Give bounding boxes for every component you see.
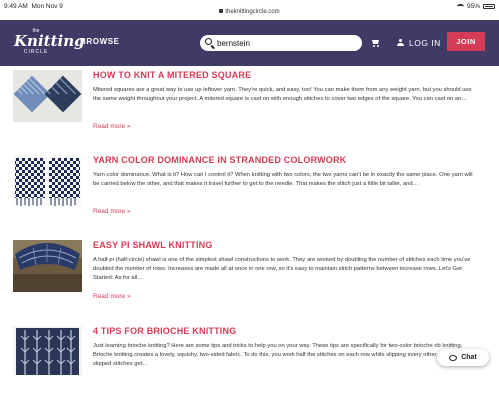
user-icon (397, 39, 404, 47)
address-bar[interactable]: theknittingcircle.com (0, 9, 499, 15)
article-card: HOW TO KNIT A MITERED SQUARE Mitered squ… (0, 70, 499, 154)
article-excerpt: A half-pi (half-circle) shawl is one of … (93, 257, 471, 281)
read-more-link[interactable]: Read more » (93, 208, 131, 215)
status-bar: 9:49 AM Mon Nov 9 theknittingcircle.com … (0, 0, 499, 20)
status-right: 95% (456, 3, 495, 10)
article-thumbnail[interactable] (13, 70, 82, 122)
battery-icon (483, 4, 495, 9)
join-button[interactable]: JOIN (447, 32, 485, 51)
read-more-link[interactable]: Read more » (93, 123, 131, 130)
search-input[interactable] (217, 37, 352, 49)
article-excerpt: Mitered squares are a great way to use u… (93, 87, 472, 102)
read-more-link[interactable]: Read more » (93, 293, 131, 300)
site-header: the Knitting CIRCLE BROWSE LOG IN JOIN (0, 20, 499, 66)
search-icon (205, 38, 212, 45)
browse-menu[interactable]: BROWSE (80, 37, 120, 46)
search-box[interactable] (200, 35, 362, 51)
article-title[interactable]: HOW TO KNIT A MITERED SQUARE (93, 70, 251, 80)
article-excerpt: Just learning brioche knitting? Here are… (93, 343, 465, 367)
article-title[interactable]: EASY PI SHAWL KNITTING (93, 240, 213, 250)
url-text: theknittingcircle.com (225, 9, 280, 15)
cart-icon[interactable] (371, 40, 379, 47)
article-card: YARN COLOR DOMINANCE IN STRANDED COLORWO… (0, 155, 499, 239)
article-title[interactable]: 4 TIPS FOR BRIOCHE KNITTING (93, 326, 236, 336)
article-card: 4 TIPS FOR BRIOCHE KNITTING Just learnin… (0, 326, 499, 410)
lock-icon (219, 9, 224, 14)
article-excerpt: Yarn color dominance. What is it? How ca… (93, 172, 473, 187)
chat-button[interactable]: Chat (437, 349, 489, 366)
login-button[interactable]: LOG IN (397, 36, 441, 50)
chat-bubble-icon (449, 354, 458, 361)
article-card: EASY PI SHAWL KNITTING A half-pi (half-c… (0, 240, 499, 324)
article-title[interactable]: YARN COLOR DOMINANCE IN STRANDED COLORWO… (93, 155, 346, 165)
battery-percent: 95% (466, 3, 480, 10)
article-thumbnail[interactable] (13, 155, 82, 207)
site-logo[interactable]: the Knitting CIRCLE (14, 28, 85, 60)
article-thumbnail[interactable] (13, 326, 82, 378)
article-thumbnail[interactable] (13, 240, 82, 292)
wifi-icon (456, 4, 464, 9)
